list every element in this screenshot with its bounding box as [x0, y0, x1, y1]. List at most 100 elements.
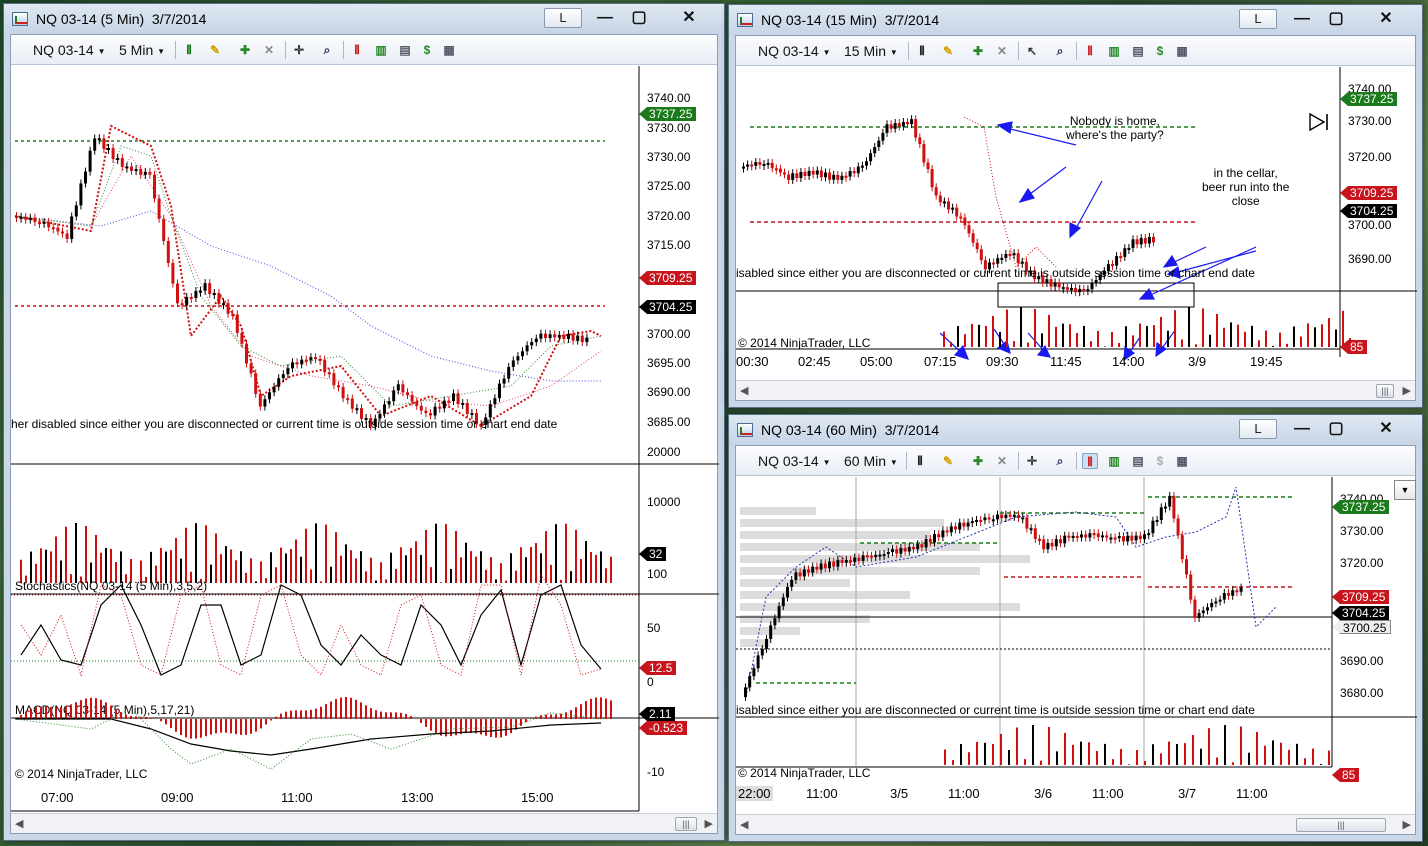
macd-bar: [115, 709, 117, 719]
last-price-badge: 3704.25: [1332, 606, 1390, 620]
data-box-icon[interactable]: ▤: [1130, 43, 1146, 59]
instrument-selector[interactable]: NQ 03-14 ▼: [33, 42, 106, 58]
chart-style-icon[interactable]: ⦀: [181, 42, 197, 58]
zoom-icon[interactable]: ⌕: [319, 42, 335, 58]
link-button[interactable]: L: [1239, 419, 1277, 439]
zoom-icon[interactable]: ⌕: [1052, 43, 1068, 59]
add-drawing-icon[interactable]: ✚: [970, 453, 986, 469]
pointer-icon[interactable]: ↖: [1024, 43, 1040, 59]
price-bar: [1067, 531, 1071, 542]
macd-bar: [300, 710, 302, 719]
title-bar[interactable]: NQ 03-14 (5 Min) 3/7/2014 L — ▢ ✕: [4, 4, 724, 34]
link-button[interactable]: L: [544, 8, 582, 28]
strategies-icon[interactable]: ▥: [1106, 43, 1122, 59]
price-bar: [865, 157, 868, 170]
price-bar: [295, 358, 299, 369]
remove-drawing-icon[interactable]: ✕: [994, 453, 1010, 469]
scroll-right-arrow[interactable]: ▶: [1403, 384, 1411, 397]
price-bar: [19, 212, 23, 223]
scroll-thumb[interactable]: |||: [1376, 384, 1394, 398]
close-button[interactable]: ✕: [1369, 9, 1403, 29]
price-bar: [1155, 515, 1159, 526]
price-bar: [28, 213, 32, 224]
close-button[interactable]: ✕: [672, 8, 706, 28]
price-bar: [511, 356, 515, 371]
minimize-button[interactable]: —: [1285, 419, 1319, 439]
instrument-selector[interactable]: NQ 03-14 ▼: [758, 453, 831, 469]
play-to-end-icon[interactable]: [1308, 112, 1330, 132]
scroll-left-arrow[interactable]: ◀: [740, 384, 748, 397]
drawing-tool-icon[interactable]: ✎: [940, 43, 956, 59]
scroll-thumb[interactable]: |||: [675, 817, 697, 831]
price-bar: [1092, 529, 1096, 540]
price-label: 3720.00: [1348, 150, 1392, 164]
horizontal-scrollbar[interactable]: ◀ ||| ▶: [736, 814, 1415, 834]
price-bar: [828, 168, 832, 184]
time-label: 02:45: [798, 354, 831, 369]
crosshair-icon[interactable]: ✛: [1024, 453, 1040, 469]
zoom-icon[interactable]: ⌕: [1052, 453, 1068, 469]
scroll-left-arrow[interactable]: ◀: [15, 817, 23, 830]
maximize-button[interactable]: ▢: [622, 8, 656, 28]
strategies-icon[interactable]: ▥: [1106, 453, 1122, 469]
title-bar[interactable]: NQ 03-14 (15 Min) 3/7/2014 L — ▢ ✕: [729, 5, 1422, 35]
minimize-button[interactable]: —: [588, 8, 622, 28]
horizontal-scrollbar[interactable]: ◀ ||| ▶: [736, 380, 1415, 400]
crosshair-icon[interactable]: ✛: [291, 42, 307, 58]
interval-selector[interactable]: 60 Min ▼: [844, 453, 898, 469]
data-box-icon[interactable]: ▤: [1130, 453, 1146, 469]
volume-bar: [1230, 322, 1232, 347]
drawing-tool-icon[interactable]: ✎: [940, 453, 956, 469]
volume-bar: [1064, 732, 1066, 765]
remove-drawing-icon[interactable]: ✕: [261, 42, 277, 58]
indicators-icon[interactable]: ⫴: [349, 42, 365, 58]
chart-style-icon[interactable]: ⦀: [912, 453, 928, 469]
instrument-selector[interactable]: NQ 03-14 ▼: [758, 43, 831, 59]
scroll-right-arrow[interactable]: ▶: [1403, 818, 1411, 831]
data-box-icon[interactable]: ▤: [397, 42, 413, 58]
price-bar: [1239, 583, 1243, 596]
properties-icon[interactable]: ▦: [441, 42, 457, 58]
indicators-icon[interactable]: ⫴: [1082, 453, 1098, 469]
properties-icon[interactable]: ▦: [1174, 43, 1190, 59]
maximize-button[interactable]: ▢: [1319, 419, 1353, 439]
price-bar: [922, 140, 926, 167]
link-button[interactable]: L: [1239, 9, 1277, 29]
properties-icon[interactable]: ▦: [1174, 453, 1190, 469]
interval-selector[interactable]: 15 Min ▼: [844, 43, 898, 59]
macd-bar: [590, 698, 592, 719]
price-bar: [1004, 249, 1008, 262]
strategies-icon[interactable]: ▥: [373, 42, 389, 58]
level-badge-mid: 3709.25: [1340, 186, 1398, 200]
scroll-right-arrow[interactable]: ▶: [705, 817, 713, 830]
price-bar: [1164, 502, 1167, 513]
order-entry-icon[interactable]: $: [419, 42, 435, 58]
indicators-icon[interactable]: ⫴: [1082, 43, 1098, 59]
price-bar: [1231, 586, 1235, 600]
minimize-button[interactable]: —: [1285, 9, 1319, 29]
macd-bar: [380, 711, 382, 719]
chart-style-icon[interactable]: ⦀: [914, 43, 930, 59]
price-bar: [1084, 530, 1088, 542]
order-entry-icon[interactable]: $: [1152, 43, 1168, 59]
remove-drawing-icon[interactable]: ✕: [994, 43, 1010, 59]
volume-bars: [943, 307, 1351, 347]
time-label: 3/5: [890, 786, 909, 801]
scroll-left-arrow[interactable]: ◀: [740, 818, 748, 831]
chevron-down-icon[interactable]: ▼: [1394, 480, 1416, 500]
order-entry-icon[interactable]: $: [1152, 453, 1168, 469]
interval-selector[interactable]: 5 Min ▼: [119, 42, 165, 58]
horizontal-scrollbar[interactable]: ◀ ||| ▶: [11, 813, 717, 833]
add-drawing-icon[interactable]: ✚: [237, 42, 253, 58]
price-panel-60min[interactable]: [736, 477, 1417, 813]
title-bar[interactable]: NQ 03-14 (60 Min) 3/7/2014 L — ▢ ✕: [729, 415, 1422, 445]
close-button[interactable]: ✕: [1369, 419, 1403, 439]
price-bar: [61, 227, 64, 238]
price-bar: [346, 394, 350, 405]
scroll-thumb[interactable]: |||: [1296, 818, 1386, 832]
drawing-tool-icon[interactable]: ✎: [207, 42, 223, 58]
price-bar: [803, 167, 807, 180]
price-bar: [406, 388, 409, 400]
add-drawing-icon[interactable]: ✚: [970, 43, 986, 59]
maximize-button[interactable]: ▢: [1319, 9, 1353, 29]
